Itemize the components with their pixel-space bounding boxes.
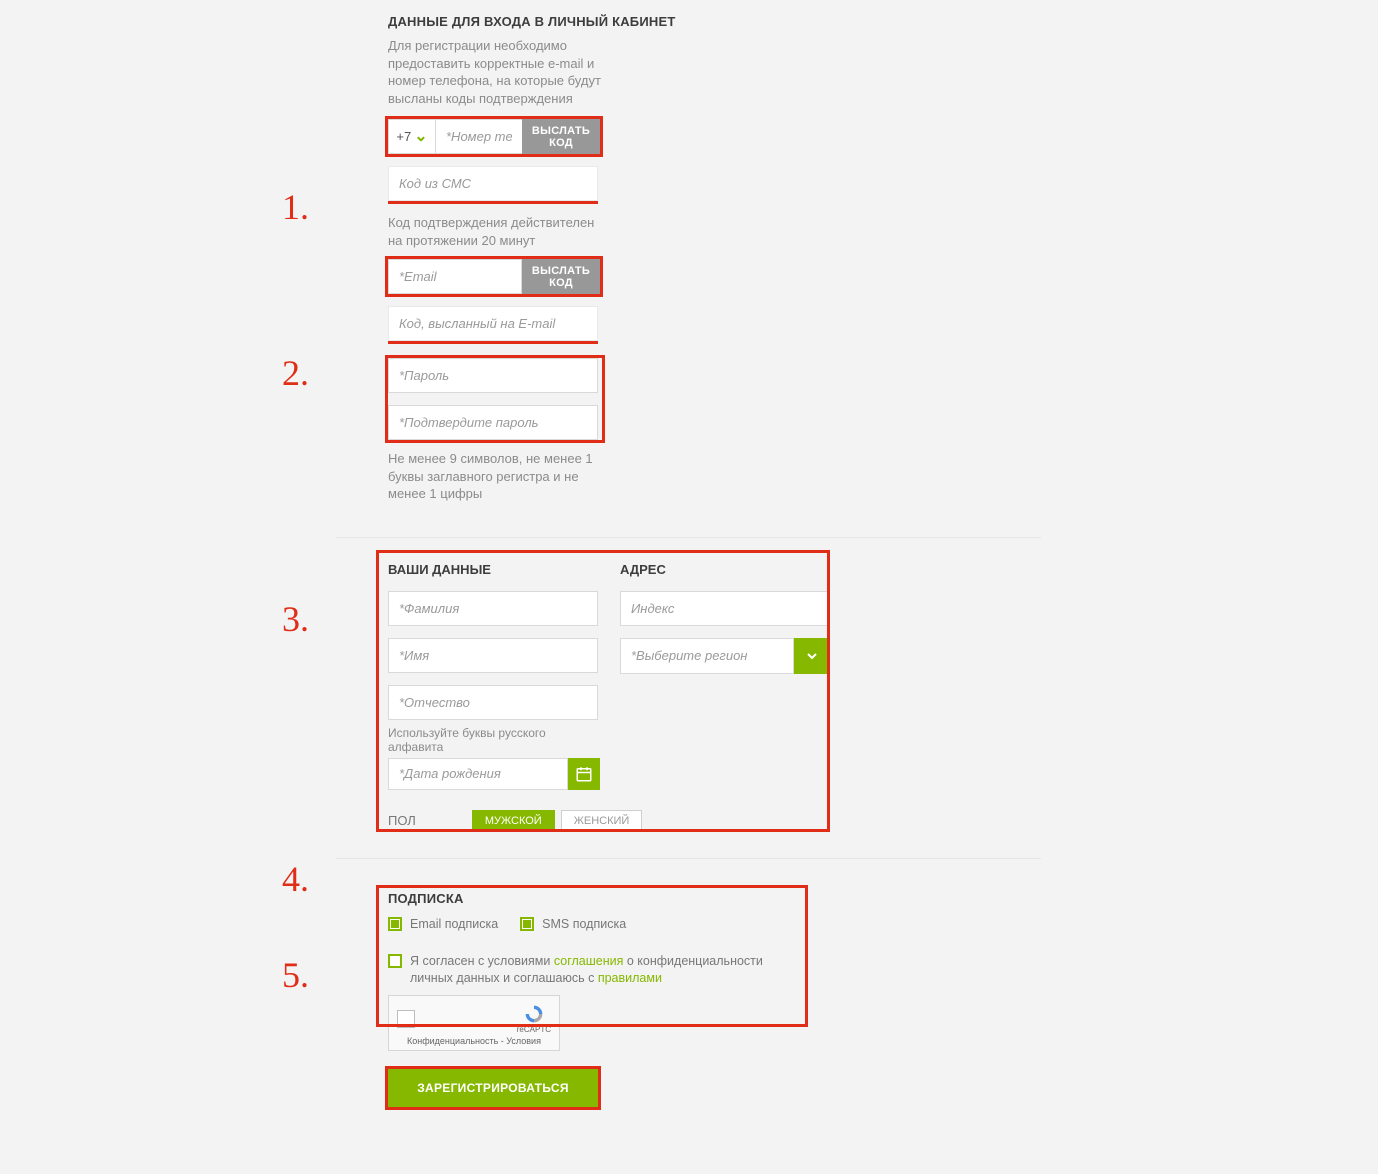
password-input[interactable] <box>388 358 598 393</box>
chevron-down-icon <box>804 648 820 664</box>
code-valid-note: Код подтверждения действителен на протяж… <box>388 214 603 249</box>
agree-checkbox[interactable] <box>388 954 402 968</box>
send-sms-code-button[interactable]: ВЫСЛАТЬ КОД <box>522 119 600 154</box>
register-section: ЗАРЕГИСТРИРОВАТЬСЯ <box>336 1059 1041 1129</box>
email-sub-option[interactable]: Email подписка <box>388 916 498 933</box>
phone-input[interactable] <box>436 119 522 154</box>
email-input[interactable] <box>388 259 522 294</box>
register-button[interactable]: ЗАРЕГИСТРИРОВАТЬСЯ <box>388 1069 598 1107</box>
password-confirm-input[interactable] <box>388 405 598 440</box>
gender-label: ПОЛ <box>388 813 416 828</box>
recaptcha-footer: Конфиденциальность - Условия <box>397 1036 551 1046</box>
zip-input[interactable] <box>620 591 830 626</box>
recaptcha-logo: reCAPTC <box>517 1004 551 1034</box>
chevron-down-icon: ⌄ <box>414 129 427 145</box>
rules-link[interactable]: правилами <box>598 971 662 985</box>
login-intro: Для регистрации необходимо предоставить … <box>388 37 603 107</box>
email-sub-checkbox[interactable] <box>388 917 402 931</box>
agreement-link[interactable]: соглашения <box>554 954 624 968</box>
calendar-icon <box>575 765 593 783</box>
step-3-marker: 3. <box>282 598 309 640</box>
region-select[interactable] <box>620 638 794 674</box>
step-4-marker: 4. <box>282 858 309 900</box>
phone-prefix-value: +7 <box>396 129 411 144</box>
recaptcha-widget[interactable]: reCAPTC Конфиденциальность - Условия <box>388 995 560 1051</box>
agree-text: Я согласен с условиями соглашения о конф… <box>410 953 808 987</box>
section-gap <box>336 859 1041 887</box>
sms-code-underline <box>388 201 598 204</box>
sms-sub-label: SMS подписка <box>542 916 626 933</box>
send-email-code-button[interactable]: ВЫСЛАТЬ КОД <box>522 259 600 294</box>
sms-sub-checkbox[interactable] <box>520 917 534 931</box>
subscribe-section: ПОДПИСКА Email подписка SMS подписка Я с… <box>336 887 1041 1059</box>
subscribe-heading: ПОДПИСКА <box>388 891 989 906</box>
login-heading: ДАННЫЕ ДЛЯ ВХОДА В ЛИЧНЫЙ КАБИНЕТ <box>388 14 989 29</box>
firstname-input[interactable] <box>388 638 598 673</box>
email-code-underline <box>388 341 598 344</box>
dob-row <box>388 758 600 790</box>
profile-section: ВАШИ ДАННЫЕ Используйте буквы русского а… <box>336 538 1041 859</box>
agree-row[interactable]: Я согласен с условиями соглашения о конф… <box>388 953 808 987</box>
alphabet-note: Используйте буквы русского алфавита <box>388 726 600 754</box>
password-rule: Не менее 9 символов, не менее 1 буквы за… <box>388 450 618 503</box>
step-2-marker: 2. <box>282 352 309 394</box>
recaptcha-brand: reCAPTC <box>517 1025 551 1034</box>
address-column: АДРЕС <box>620 562 830 790</box>
lastname-input[interactable] <box>388 591 598 626</box>
step-5-marker: 5. <box>282 954 309 996</box>
recaptcha-checkbox[interactable] <box>397 1010 415 1028</box>
email-sub-label: Email подписка <box>410 916 498 933</box>
step-1-marker: 1. <box>282 186 309 228</box>
email-send-group: ВЫСЛАТЬ КОД <box>388 259 600 294</box>
profile-column: ВАШИ ДАННЫЕ Используйте буквы русского а… <box>388 562 600 790</box>
sms-code-input[interactable] <box>388 166 598 201</box>
patronymic-input[interactable] <box>388 685 598 720</box>
region-dropdown-button[interactable] <box>794 638 830 674</box>
phone-send-group: +7 ⌄ ВЫСЛАТЬ КОД <box>388 119 600 154</box>
email-code-input[interactable] <box>388 306 598 341</box>
password-group <box>388 358 602 440</box>
profile-heading: ВАШИ ДАННЫЕ <box>388 562 600 577</box>
agree-prefix: Я согласен с условиями <box>410 954 554 968</box>
phone-prefix-select[interactable]: +7 ⌄ <box>388 119 436 154</box>
sms-sub-option[interactable]: SMS подписка <box>520 916 626 933</box>
login-section: ДАННЫЕ ДЛЯ ВХОДА В ЛИЧНЫЙ КАБИНЕТ Для ре… <box>336 0 1041 538</box>
region-row <box>620 638 830 674</box>
dob-input[interactable] <box>388 758 568 790</box>
address-heading: АДРЕС <box>620 562 830 577</box>
gender-segment: МУЖСКОЙ ЖЕНСКИЙ <box>472 810 642 832</box>
dob-calendar-button[interactable] <box>568 758 600 790</box>
gender-male-button[interactable]: МУЖСКОЙ <box>472 810 555 832</box>
gender-row: ПОЛ МУЖСКОЙ ЖЕНСКИЙ <box>388 810 989 832</box>
gender-female-button[interactable]: ЖЕНСКИЙ <box>561 810 643 832</box>
recaptcha-icon <box>523 1004 545 1024</box>
